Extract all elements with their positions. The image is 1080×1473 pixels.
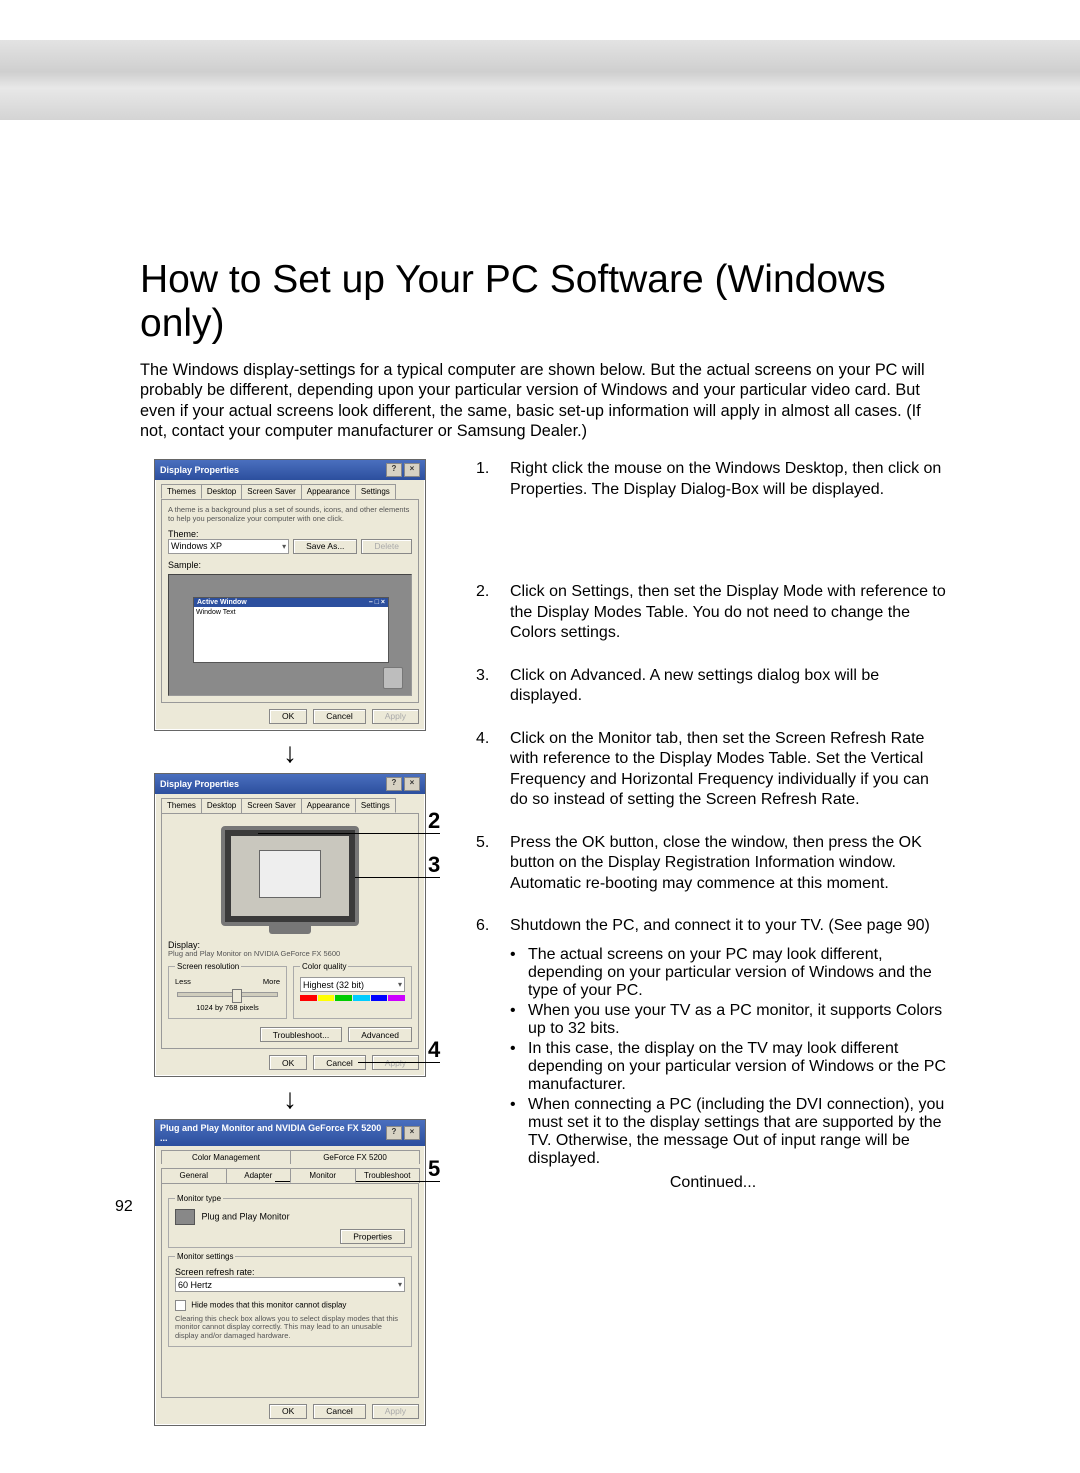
tab-screensaver[interactable]: Screen Saver bbox=[241, 484, 301, 499]
dialog-title: Plug and Play Monitor and NVIDIA GeForce… bbox=[160, 1123, 386, 1143]
notes-list: The actual screens on your PC may look d… bbox=[510, 946, 950, 1168]
ok-button[interactable]: OK bbox=[269, 1055, 307, 1070]
step-1: 1.Right click the mouse on the Windows D… bbox=[476, 459, 950, 500]
marker-3: 3 bbox=[428, 852, 440, 878]
close-icon[interactable]: × bbox=[404, 777, 420, 791]
marker-line bbox=[355, 877, 440, 878]
color-quality-dropdown[interactable]: Highest (32 bit) bbox=[300, 977, 405, 992]
monitor-properties-dialog: Plug and Play Monitor and NVIDIA GeForce… bbox=[154, 1119, 426, 1426]
instructions-column: 1.Right click the mouse on the Windows D… bbox=[476, 459, 950, 1428]
display-value: Plug and Play Monitor on NVIDIA GeForce … bbox=[168, 950, 412, 958]
recycle-bin-icon bbox=[383, 667, 403, 689]
note-item: When you use your TV as a PC monitor, it… bbox=[510, 1002, 950, 1038]
note-item: When connecting a PC (including the DVI … bbox=[510, 1096, 950, 1168]
tab-screensaver[interactable]: Screen Saver bbox=[241, 798, 301, 813]
display-properties-themes-dialog: Display Properties ? × Themes Desktop Sc… bbox=[154, 459, 426, 731]
tab-geforce[interactable]: GeForce FX 5200 bbox=[290, 1150, 420, 1164]
help-icon[interactable]: ? bbox=[386, 777, 402, 791]
less-label: Less bbox=[175, 977, 191, 986]
continued-label: Continued... bbox=[476, 1174, 950, 1192]
theme-description: A theme is a background plus a set of so… bbox=[168, 506, 412, 523]
arrow-down-icon: ↓ bbox=[283, 1085, 297, 1113]
tab-themes[interactable]: Themes bbox=[161, 484, 202, 499]
theme-label: Theme: bbox=[168, 529, 412, 539]
header-band bbox=[0, 40, 1080, 120]
marker-5: 5 bbox=[428, 1156, 440, 1182]
tab-settings[interactable]: Settings bbox=[355, 798, 396, 813]
tab-strip: Themes Desktop Screen Saver Appearance S… bbox=[161, 484, 419, 499]
tab-desktop[interactable]: Desktop bbox=[201, 798, 242, 813]
theme-preview: Active Window– □ × Window Text bbox=[168, 574, 412, 696]
tab-color-management[interactable]: Color Management bbox=[161, 1150, 291, 1164]
step-3: 3.Click on Advanced. A new settings dial… bbox=[476, 666, 950, 707]
arrow-down-icon: ↓ bbox=[283, 739, 297, 767]
resolution-value: 1024 by 768 pixels bbox=[175, 1003, 280, 1012]
tab-monitor[interactable]: Monitor bbox=[290, 1168, 356, 1183]
sample-label: Sample: bbox=[168, 560, 412, 570]
dialog-title: Display Properties bbox=[160, 779, 239, 789]
help-icon[interactable]: ? bbox=[386, 463, 402, 477]
resolution-slider[interactable] bbox=[177, 992, 278, 997]
troubleshoot-button[interactable]: Troubleshoot... bbox=[260, 1027, 342, 1042]
hide-modes-checkbox[interactable] bbox=[175, 1300, 186, 1311]
screenshot-column: Display Properties ? × Themes Desktop Sc… bbox=[140, 459, 440, 1428]
save-as-button[interactable]: Save As... bbox=[293, 539, 357, 554]
more-label: More bbox=[263, 977, 280, 986]
ok-button[interactable]: OK bbox=[269, 709, 307, 724]
marker-line bbox=[358, 1062, 440, 1063]
screen-resolution-legend: Screen resolution bbox=[175, 962, 241, 971]
help-icon[interactable]: ? bbox=[386, 1126, 402, 1140]
step-5: 5.Press the OK button, close the window,… bbox=[476, 833, 950, 894]
tab-themes[interactable]: Themes bbox=[161, 798, 202, 813]
close-icon[interactable]: × bbox=[404, 463, 420, 477]
apply-button[interactable]: Apply bbox=[372, 709, 419, 724]
monitor-type-value: Plug and Play Monitor bbox=[202, 1212, 290, 1222]
tab-desktop[interactable]: Desktop bbox=[201, 484, 242, 499]
tab-appearance[interactable]: Appearance bbox=[301, 484, 356, 499]
marker-line bbox=[258, 833, 440, 834]
color-quality-legend: Color quality bbox=[300, 962, 348, 971]
tab-settings[interactable]: Settings bbox=[355, 484, 396, 499]
hide-modes-description: Clearing this check box allows you to se… bbox=[175, 1315, 405, 1340]
refresh-rate-dropdown[interactable]: 60 Hertz bbox=[175, 1277, 405, 1292]
page-title: How to Set up Your PC Software (Windows … bbox=[140, 258, 950, 346]
delete-button[interactable]: Delete bbox=[361, 539, 412, 554]
cancel-button[interactable]: Cancel bbox=[313, 1404, 365, 1419]
marker-2: 2 bbox=[428, 808, 440, 834]
close-icon[interactable]: × bbox=[404, 1126, 420, 1140]
tab-general[interactable]: General bbox=[161, 1168, 227, 1183]
color-swatch bbox=[300, 995, 405, 1001]
monitor-type-legend: Monitor type bbox=[175, 1194, 223, 1203]
monitor-icon bbox=[175, 1209, 195, 1225]
step-4: 4.Click on the Monitor tab, then set the… bbox=[476, 729, 950, 811]
properties-button[interactable]: Properties bbox=[340, 1229, 405, 1244]
step-2: 2.Click on Settings, then set the Displa… bbox=[476, 582, 950, 643]
step-list: 1.Right click the mouse on the Windows D… bbox=[476, 459, 950, 936]
theme-dropdown[interactable]: Windows XP bbox=[168, 539, 289, 554]
cancel-button[interactable]: Cancel bbox=[313, 709, 365, 724]
step-6: 6.Shutdown the PC, and connect it to you… bbox=[476, 916, 950, 936]
refresh-rate-label: Screen refresh rate: bbox=[175, 1267, 405, 1277]
note-item: In this case, the display on the TV may … bbox=[510, 1040, 950, 1094]
dialog-title: Display Properties bbox=[160, 465, 239, 475]
tab-appearance[interactable]: Appearance bbox=[301, 798, 356, 813]
ok-button[interactable]: OK bbox=[269, 1404, 307, 1419]
monitor-preview bbox=[221, 826, 359, 926]
display-properties-settings-dialog: Display Properties ? × Themes Desktop Sc… bbox=[154, 773, 426, 1077]
apply-button[interactable]: Apply bbox=[372, 1404, 419, 1419]
advanced-button[interactable]: Advanced bbox=[348, 1027, 412, 1042]
intro-paragraph: The Windows display-settings for a typic… bbox=[140, 360, 950, 441]
note-item: The actual screens on your PC may look d… bbox=[510, 946, 950, 1000]
page-number: 92 bbox=[115, 1198, 133, 1216]
marker-4: 4 bbox=[428, 1037, 440, 1063]
monitor-settings-legend: Monitor settings bbox=[175, 1252, 235, 1261]
hide-modes-label: Hide modes that this monitor cannot disp… bbox=[191, 1301, 346, 1310]
